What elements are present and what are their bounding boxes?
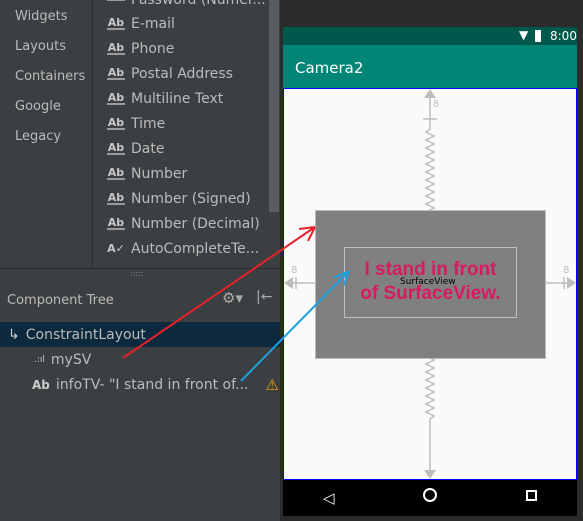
resize-handle[interactable]: ::::: — [130, 269, 143, 278]
item-label: AutoCompleteTe... — [131, 241, 260, 257]
item-label: Number — [131, 166, 188, 182]
component-tree-panel: ::::: Component Tree ⚙▾ |← ↳ ConstraintL… — [0, 268, 280, 521]
tree-node-mysv[interactable]: .:ıl mySV — [0, 347, 280, 372]
textview-icon: Ab — [32, 377, 50, 392]
margin-top-label: 8 — [433, 99, 440, 110]
app-bar: Camera2 — [283, 45, 577, 88]
panel-title: Component Tree — [7, 293, 114, 308]
text-field-icon: Ab — [107, 216, 125, 230]
item-label: Number (Decimal) — [131, 216, 260, 232]
item-label: Phone — [131, 41, 175, 57]
text-field-icon: Ab — [107, 41, 125, 55]
item-label: Time — [131, 116, 166, 132]
surfaceview-label: SurfaceView — [400, 277, 456, 287]
palette-item[interactable]: Ab Postal Address — [107, 64, 233, 84]
palette-item[interactable]: Ab Phone — [107, 39, 174, 59]
palette-item[interactable]: Ab Date — [107, 139, 164, 159]
palette-categories: Widgets Layouts Containers Google Legacy — [0, 0, 93, 268]
palette-item[interactable]: Ab Number (Signed) — [107, 189, 251, 209]
status-time: 8:00 — [550, 29, 577, 43]
category-google[interactable]: Google — [15, 99, 61, 114]
margin-right-label: 8 — [563, 265, 570, 276]
text-field-icon: Ab — [107, 116, 125, 130]
autocomplete-icon: A✓ — [107, 242, 125, 255]
text-field-icon: Ab — [107, 91, 125, 105]
status-bar: ▼ 8:00 — [283, 27, 577, 45]
text-field-icon: Ab — [107, 16, 125, 30]
recents-icon[interactable] — [526, 490, 537, 501]
palette-scrollbar[interactable] — [269, 0, 279, 212]
item-label: Multiline Text — [131, 91, 224, 107]
node-label: mySV — [50, 351, 92, 368]
tree-node-infotv[interactable]: Ab infoTV- "I stand in front of... ⚠ — [0, 372, 280, 397]
palette-item[interactable]: Ab Number (Decimal) — [107, 214, 260, 234]
home-icon[interactable] — [423, 488, 437, 502]
battery-icon — [535, 30, 541, 42]
constraint-layout-icon: ↳ — [8, 326, 20, 343]
text-field-icon: Ab — [107, 141, 125, 155]
item-label: Password (Numer... — [131, 0, 266, 8]
wifi-icon: ▼ — [519, 28, 529, 42]
category-containers[interactable]: Containers — [15, 69, 85, 84]
category-legacy[interactable]: Legacy — [15, 129, 61, 144]
item-label: Postal Address — [131, 66, 233, 82]
item-label: E-mail — [131, 16, 175, 32]
palette-item[interactable]: Ab E-mail — [107, 14, 175, 34]
warning-icon[interactable]: ⚠ — [265, 376, 278, 394]
navigation-bar: ◁ — [283, 480, 577, 516]
category-widgets[interactable]: Widgets — [15, 9, 68, 24]
text-field-icon: Ab — [107, 166, 125, 180]
item-label: Number (Signed) — [131, 191, 251, 207]
device-preview: ▼ 8:00 Camera2 8 8 8 I stand in front of … — [283, 27, 577, 516]
palette-item[interactable]: A✓ AutoCompleteTe... — [107, 239, 259, 259]
app-title: Camera2 — [295, 59, 364, 77]
node-label: ConstraintLayout — [25, 326, 146, 343]
item-label: Date — [131, 141, 165, 157]
palette-item[interactable]: Ab Number — [107, 164, 187, 184]
tree-node-constraintlayout[interactable]: ↳ ConstraintLayout — [0, 322, 280, 347]
category-layouts[interactable]: Layouts — [15, 39, 66, 54]
text-field-icon: Ab — [107, 66, 125, 80]
gear-icon[interactable]: ⚙▾ — [222, 289, 243, 307]
layout-canvas[interactable]: 8 8 8 I stand in front of SurfaceView. Su… — [283, 88, 577, 480]
collapse-panel-icon[interactable]: |← — [256, 289, 272, 305]
text-field-icon: Ab — [107, 191, 125, 205]
node-label: infoTV- "I stand in front of... — [55, 376, 249, 393]
back-icon[interactable]: ◁ — [323, 489, 335, 507]
palette-item[interactable]: Ab Time — [107, 114, 165, 134]
palette-item[interactable]: Ab Multiline Text — [107, 89, 223, 109]
palette-item[interactable]: Password (Numer... — [107, 0, 266, 10]
palette-items: Password (Numer... Ab E-mail Ab Phone Ab Po… — [93, 0, 269, 268]
surfaceview-icon: .:ıl — [34, 354, 45, 365]
margin-left-label: 8 — [291, 265, 298, 276]
text-field-icon — [107, 0, 125, 1]
